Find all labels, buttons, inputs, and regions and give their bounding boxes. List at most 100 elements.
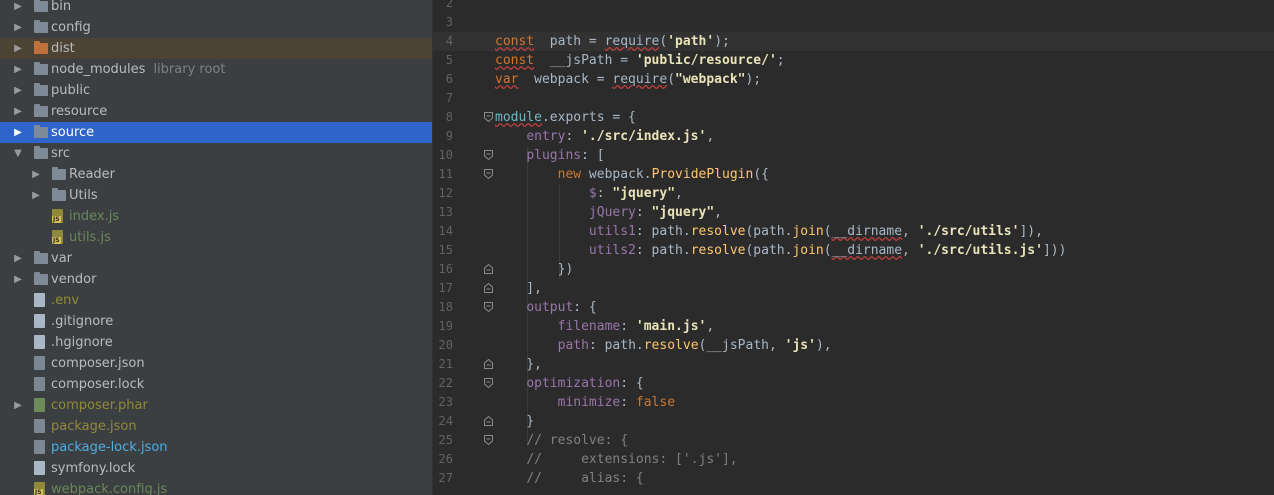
tree-item-src[interactable]: ▼ src — [0, 143, 432, 164]
tree-item-webpack-config-js[interactable]: webpack.config.js — [0, 479, 432, 495]
tree-item-utils-js[interactable]: utils.js — [0, 227, 432, 248]
fold-close-icon[interactable] — [484, 283, 493, 293]
line-number: 5 — [445, 53, 453, 67]
tree-item-composer-json[interactable]: composer.json — [0, 353, 432, 374]
code-token: } — [495, 414, 535, 429]
fold-open-icon[interactable] — [484, 169, 493, 179]
code-line[interactable]: 19 filename: 'main.js', — [433, 317, 1274, 336]
code-line[interactable]: 23 minimize: false — [433, 393, 1274, 412]
chevron-right-icon[interactable]: ▶ — [30, 164, 42, 185]
code-line[interactable]: 15 utils2: path.resolve(path.join(__dirn… — [433, 241, 1274, 260]
fold-open-icon[interactable] — [484, 378, 493, 388]
tree-item-symfony-lock[interactable]: symfony.lock — [0, 458, 432, 479]
chevron-right-icon[interactable]: ▶ — [12, 248, 24, 269]
tree-item-var[interactable]: ▶ var — [0, 248, 432, 269]
code-line[interactable]: 20 path: path.resolve(__jsPath, 'js'), — [433, 336, 1274, 355]
code-line[interactable]: 7 — [433, 89, 1274, 108]
code-line[interactable]: 11 new webpack.ProvidePlugin({ — [433, 165, 1274, 184]
fold-open-icon[interactable] — [484, 112, 493, 122]
fold-open-icon[interactable] — [484, 150, 493, 160]
fold-close-icon[interactable] — [484, 416, 493, 426]
code-token: join — [792, 224, 824, 239]
chevron-right-icon[interactable]: ▶ — [12, 59, 24, 80]
tree-item-index-js[interactable]: index.js — [0, 206, 432, 227]
library-root-badge: library root — [153, 62, 226, 77]
tree-item-package-lock-json[interactable]: package-lock.json — [0, 437, 432, 458]
code-line[interactable]: 2 — [433, 0, 1274, 13]
tree-item-source[interactable]: ▶ source — [0, 122, 432, 143]
code-token: jQuery — [588, 205, 636, 220]
fold-open-icon[interactable] — [484, 302, 493, 312]
tree-item-gitignore[interactable]: .gitignore — [0, 311, 432, 332]
tree-item-composer-lock[interactable]: composer.lock — [0, 374, 432, 395]
tree-item-hgignore[interactable]: .hgignore — [0, 332, 432, 353]
project-tree[interactable]: ▶ bin ▶ config ▶ dist ▶ node_modules library roo… — [0, 0, 432, 495]
code-line[interactable]: 25 // resolve: { — [433, 431, 1274, 450]
tree-item-env[interactable]: .env — [0, 290, 432, 311]
tree-item-config[interactable]: ▶ config — [0, 17, 432, 38]
code-token: 'js' — [784, 338, 816, 353]
code-token: ); — [745, 72, 762, 87]
code-line[interactable]: 26 // extensions: ['.js'], — [433, 450, 1274, 469]
line-number: 7 — [445, 91, 453, 105]
code-line[interactable]: 9 entry: './src/index.js', — [433, 127, 1274, 146]
tree-item-composer-phar[interactable]: ▶ composer.phar — [0, 395, 432, 416]
tree-item-node-modules[interactable]: ▶ node_modules library root — [0, 59, 432, 80]
code-line[interactable]: 18 output: { — [433, 298, 1274, 317]
tree-item-label: index.js — [69, 209, 120, 224]
code-token: , — [714, 205, 722, 220]
tree-item-bin[interactable]: ▶ bin — [0, 0, 432, 17]
fold-close-icon[interactable] — [484, 264, 493, 274]
tree-item-dist[interactable]: ▶ dist — [0, 38, 432, 59]
tree-item-label: resource — [51, 104, 108, 119]
code-token: ])) — [1042, 243, 1067, 258]
code-line[interactable]: 12 $: "jquery", — [433, 184, 1274, 203]
code-line[interactable]: 22 optimization: { — [433, 374, 1274, 393]
chevron-right-icon[interactable]: ▶ — [12, 269, 24, 290]
chevron-right-icon[interactable]: ▶ — [12, 38, 24, 59]
code-line[interactable]: 17 ], — [433, 279, 1274, 298]
code-editor[interactable]: 2 3 4 const path = require('path'); 5 const _… — [433, 0, 1274, 495]
chevron-right-icon[interactable]: ▶ — [30, 185, 42, 206]
chevron-down-icon[interactable]: ▼ — [12, 143, 24, 164]
tree-item-public[interactable]: ▶ public — [0, 80, 432, 101]
code-token: : path. — [635, 243, 691, 258]
code-line[interactable]: 24 } — [433, 412, 1274, 431]
chevron-right-icon[interactable]: ▶ — [12, 122, 24, 143]
fold-open-icon[interactable] — [484, 435, 493, 445]
config-file-icon — [34, 419, 45, 433]
code-line[interactable]: 13 jQuery: "jquery", — [433, 203, 1274, 222]
code-line[interactable]: 3 — [433, 13, 1274, 32]
code-line[interactable]: 4 const path = require('path'); — [433, 32, 1274, 51]
code-token: ]), — [1019, 224, 1043, 239]
chevron-right-icon[interactable]: ▶ — [12, 101, 24, 122]
tree-item-label: composer.json — [51, 356, 145, 371]
tree-item-resource[interactable]: ▶ resource — [0, 101, 432, 122]
tree-item-package-json[interactable]: package.json — [0, 416, 432, 437]
code-line[interactable]: 8 module.exports = { — [433, 108, 1274, 127]
code-line[interactable]: 21 }, — [433, 355, 1274, 374]
folder-icon — [52, 167, 66, 180]
code-line[interactable]: 6 var webpack = require("webpack"); — [433, 70, 1274, 89]
code-line[interactable]: 27 // alias: { — [433, 469, 1274, 488]
code-line[interactable]: 10 plugins: [ — [433, 146, 1274, 165]
tree-item-utils[interactable]: ▶ Utils — [0, 185, 432, 206]
tree-item-label: symfony.lock — [51, 461, 136, 476]
fold-close-icon[interactable] — [484, 359, 493, 369]
code-token: path = — [534, 34, 605, 49]
code-token: 'main.js' — [635, 319, 707, 334]
chevron-right-icon[interactable]: ▶ — [12, 17, 24, 38]
chevron-right-icon[interactable]: ▶ — [12, 395, 24, 416]
code-token: // resolve: { — [526, 433, 629, 448]
tree-item-label: src — [51, 146, 70, 161]
tree-item-vendor[interactable]: ▶ vendor — [0, 269, 432, 290]
tree-item-reader[interactable]: ▶ Reader — [0, 164, 432, 185]
chevron-right-icon[interactable]: ▶ — [12, 80, 24, 101]
code-line[interactable]: 16 }) — [433, 260, 1274, 279]
code-line[interactable]: 5 const __jsPath = 'public/resource/'; — [433, 51, 1274, 70]
code-token: "jquery" — [612, 186, 676, 201]
code-line[interactable]: 14 utils1: path.resolve(path.join(__dirn… — [433, 222, 1274, 241]
chevron-right-icon[interactable]: ▶ — [12, 0, 24, 17]
code-text: // extensions: ['.js'], — [495, 450, 737, 469]
